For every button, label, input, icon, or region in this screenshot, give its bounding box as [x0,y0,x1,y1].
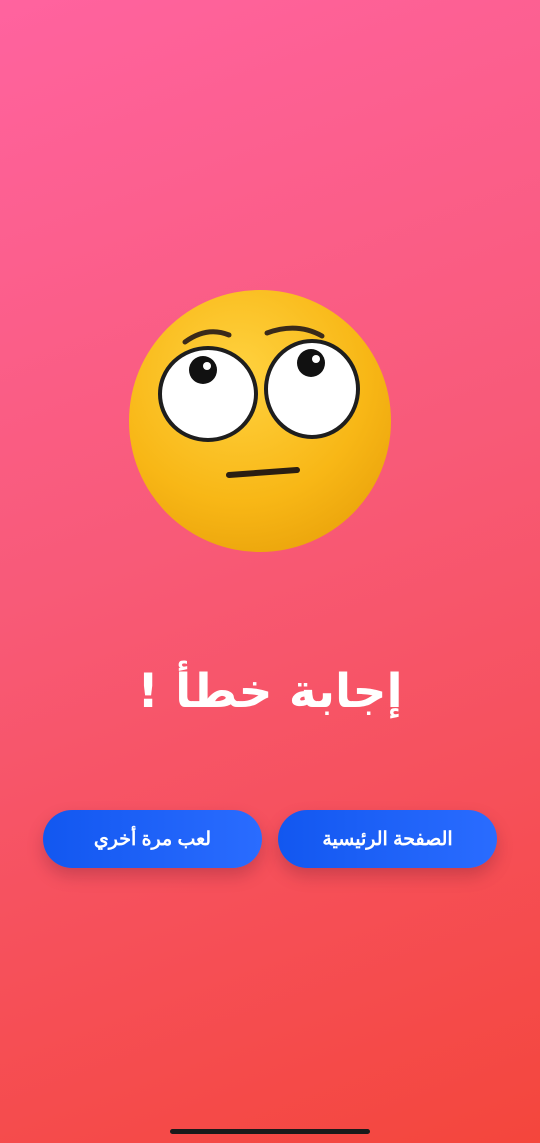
home-indicator[interactable] [170,1129,370,1134]
face-with-rolling-eyes-icon [129,290,391,552]
home-button-label: الصفحة الرئيسية [322,828,453,850]
play-again-button[interactable]: لعب مرة أخري [43,810,262,868]
result-title: إجابة خطأ ! [137,664,403,719]
play-again-button-label: لعب مرة أخري [93,828,212,850]
home-button[interactable]: الصفحة الرئيسية [278,810,497,868]
wrong-answer-screen: إجابة خطأ ! الصفحة الرئيسية لعب مرة أخري [0,0,540,1143]
